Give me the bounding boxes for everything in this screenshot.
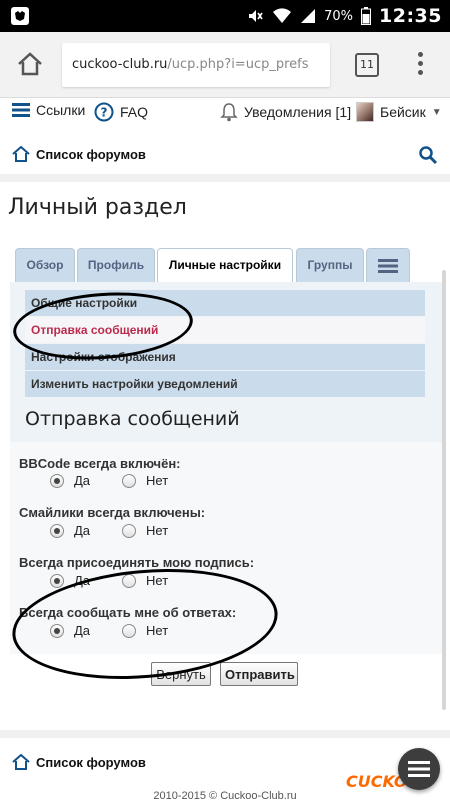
notify-no-radio[interactable] [122, 623, 137, 638]
smilies-label: Смайлики всегда включены: [19, 505, 206, 520]
url-path: /ucp.php?i=ucp_prefs [167, 57, 309, 72]
caret-down-icon: ▼ [431, 106, 442, 118]
notify-no-label: Нет [146, 623, 169, 638]
wifi-icon [273, 8, 292, 23]
bbcode-label: BBCode всегда включён: [19, 456, 181, 471]
breadcrumb: Список форумов [0, 137, 450, 173]
notify-yes-radio[interactable] [50, 623, 64, 638]
hamburger-icon [12, 103, 30, 117]
signature-yes-label: Да [74, 573, 91, 588]
tab-groups[interactable]: Группы [296, 248, 364, 282]
smilies-no-label: Нет [146, 523, 169, 538]
signature-no-radio[interactable] [122, 573, 137, 588]
smilies-radio-group: Да Нет [50, 523, 168, 538]
tab-switcher-button[interactable]: 11 [355, 53, 379, 77]
reset-button[interactable]: Вернуть [151, 662, 211, 686]
overflow-menu-icon[interactable] [415, 52, 425, 78]
tab-overview[interactable]: Обзор [15, 248, 75, 282]
breadcrumb-label: Список форумов [36, 146, 146, 162]
user-menu[interactable]: Бейсик ▼ [356, 102, 442, 122]
notify-yes-label: Да [74, 623, 91, 638]
footer-forum-list-label: Список форумов [36, 754, 146, 770]
smilies-no-radio[interactable] [122, 523, 137, 538]
hamburger-icon [378, 259, 398, 273]
avatar [356, 102, 374, 122]
home-icon [12, 146, 30, 162]
signature-no-label: Нет [146, 573, 169, 588]
signature-radio-group: Да Нет [50, 573, 168, 588]
scrollbar[interactable] [442, 270, 446, 710]
bell-icon [220, 103, 238, 122]
notify-label: Всегда сообщать мне об ответах: [19, 605, 237, 620]
battery-percent: 70% [324, 8, 354, 24]
submit-button[interactable]: Отправить [220, 662, 298, 686]
clock: 12:35 [379, 5, 442, 27]
home-icon[interactable] [16, 50, 44, 78]
bbcode-radio-group: Да Нет [50, 473, 168, 488]
divider [0, 730, 450, 738]
home-icon [12, 754, 30, 770]
notifications-link[interactable]: Уведомления [1] [220, 102, 351, 122]
top-navigation: Ссылки ? FAQ Уведомления [1] Бейсик ▼ [0, 98, 450, 126]
bbcode-yes-radio[interactable] [50, 473, 64, 488]
footer-forum-list[interactable]: Список форумов [12, 754, 146, 770]
notifications-count: [1] [335, 104, 352, 120]
battery-icon [361, 7, 372, 25]
faq-label: FAQ [120, 104, 149, 120]
notifications-label: Уведомления [244, 104, 332, 120]
breadcrumb-forum-list[interactable]: Список форумов [12, 146, 146, 162]
browser-toolbar: cuckoo-club.ru/ucp.php?i=ucp_prefs 11 [0, 32, 450, 98]
tab-more[interactable] [366, 248, 410, 282]
links-label: Ссылки [36, 102, 86, 118]
bbcode-no-radio[interactable] [122, 473, 137, 488]
tab-personal-settings[interactable]: Личные настройки [157, 248, 293, 284]
tab-profile[interactable]: Профиль [77, 248, 155, 282]
status-bar: 70% 12:35 [0, 0, 450, 32]
address-bar[interactable]: cuckoo-club.ru/ucp.php?i=ucp_prefs [62, 43, 330, 87]
bbcode-no-label: Нет [146, 473, 169, 488]
smilies-yes-label: Да [74, 523, 91, 538]
help-icon: ? [94, 102, 114, 122]
links-menu[interactable]: Ссылки [12, 102, 85, 118]
bbcode-yes-label: Да [74, 473, 91, 488]
search-icon[interactable] [418, 145, 438, 165]
divider [0, 174, 450, 182]
submenu-general-settings[interactable]: Общие настройки [25, 290, 425, 316]
submenu-notification-settings[interactable]: Изменить настройки уведомлений [25, 371, 425, 397]
signature-yes-radio[interactable] [50, 573, 64, 588]
user-name: Бейсик [380, 104, 426, 120]
submenu-display-settings[interactable]: Настройки отображения [25, 344, 425, 370]
mute-icon [249, 10, 263, 22]
copyright-text: 2010-2015 © Cuckoo-Club.ru [153, 790, 297, 802]
url-domain: cuckoo-club.ru [72, 57, 168, 72]
notify-radio-group: Да Нет [50, 623, 168, 638]
signal-icon [301, 9, 316, 23]
submenu-posting[interactable]: Отправка сообщений [25, 317, 425, 343]
hamburger-icon [408, 761, 430, 777]
page-title: Личный раздел [8, 195, 187, 220]
section-heading: Отправка сообщений [25, 408, 240, 430]
settings-submenu: Общие настройки Отправка сообщений Настр… [25, 290, 425, 398]
app-notification-icon [11, 7, 29, 25]
faq-link[interactable]: ? FAQ [94, 102, 148, 122]
svg-text:?: ? [101, 106, 108, 120]
smilies-yes-radio[interactable] [50, 523, 64, 538]
signature-label: Всегда присоединять мою подпись: [19, 555, 255, 570]
scroll-menu-button[interactable] [398, 748, 440, 790]
